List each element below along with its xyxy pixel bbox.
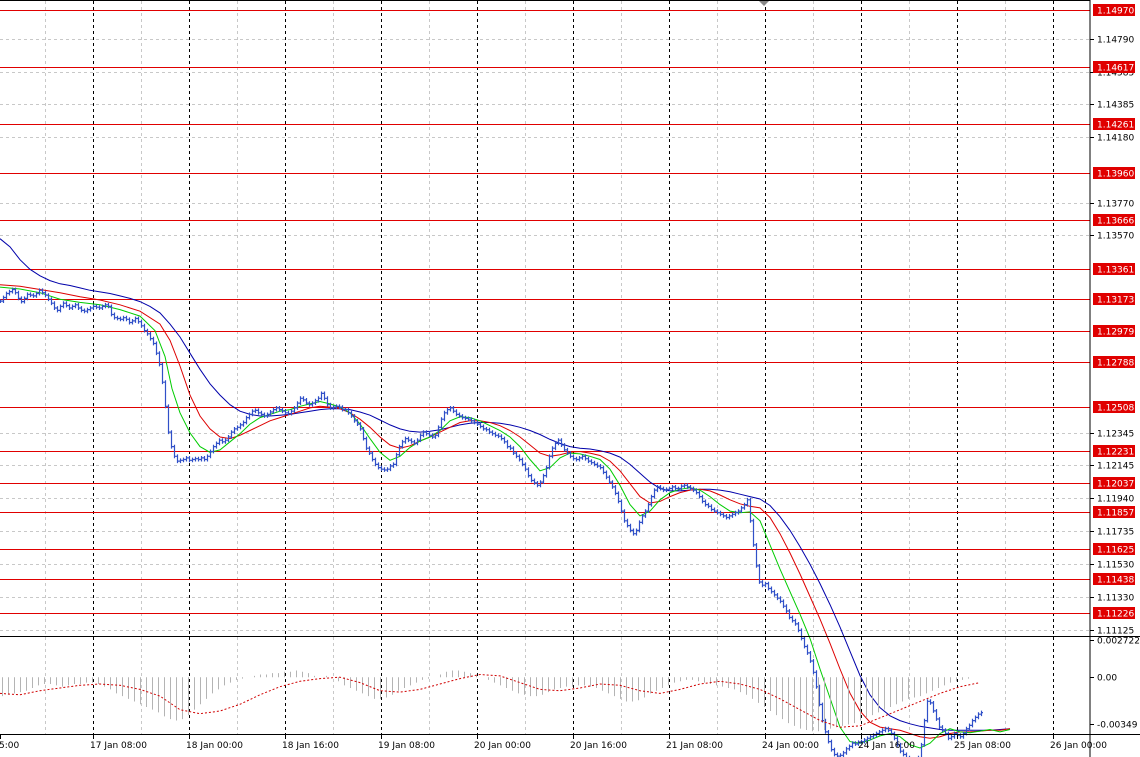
level-label: 1.12508 xyxy=(1097,404,1134,414)
level-label: 1.14261 xyxy=(1097,121,1134,131)
price-tick-label: 1.14180 xyxy=(1097,134,1134,144)
time-tick-label: 18 Jan 16:00 xyxy=(282,741,339,751)
level-label: 1.12231 xyxy=(1097,448,1134,458)
level-label: 1.11857 xyxy=(1097,509,1134,519)
level-label: 1.13666 xyxy=(1097,217,1134,227)
level-label: 1.14617 xyxy=(1097,64,1134,74)
osc-tick-label: 0.002722 xyxy=(1097,637,1140,647)
price-tick-label: 1.12345 xyxy=(1097,430,1134,440)
level-label: 1.14970 xyxy=(1097,7,1134,17)
time-tick-label: 24 Jan 16:00 xyxy=(858,741,915,751)
time-tick-label: 20 Jan 00:00 xyxy=(474,741,531,751)
price-tick-label: 1.11330 xyxy=(1097,594,1134,604)
time-tick-label: 19 Jan 08:00 xyxy=(378,741,435,751)
level-label: 1.13960 xyxy=(1097,170,1134,180)
time-tick-label: 18 Jan 00:00 xyxy=(186,741,243,751)
price-tick-label: 1.11940 xyxy=(1097,495,1134,505)
level-label: 1.12788 xyxy=(1097,359,1134,369)
time-tick-label: 25 Jan 08:00 xyxy=(954,741,1011,751)
level-label: 1.12979 xyxy=(1097,328,1134,338)
price-tick-label: 1.11735 xyxy=(1097,528,1134,538)
price-tick-label: 1.13770 xyxy=(1097,200,1134,210)
time-tick-label: 26 Jan 00:00 xyxy=(1050,741,1107,751)
price-tick-label: 1.12145 xyxy=(1097,462,1134,472)
time-tick-label: 21 Jan 08:00 xyxy=(666,741,723,751)
time-tick-label: 20 Jan 16:00 xyxy=(570,741,627,751)
price-tick-label: 1.11530 xyxy=(1097,561,1134,571)
level-label: 1.12037 xyxy=(1097,480,1134,490)
time-tick-label: 5:00 xyxy=(0,741,19,751)
level-label: 1.13361 xyxy=(1097,266,1134,276)
level-label: 1.11226 xyxy=(1097,610,1134,620)
chart-background xyxy=(0,0,1140,757)
osc-tick-label: 0.00 xyxy=(1097,674,1117,684)
price-tick-label: 1.14790 xyxy=(1097,36,1134,46)
chart: 1.147901.145851.143851.141801.137701.135… xyxy=(0,0,1140,757)
price-tick-label: 1.11125 xyxy=(1097,627,1134,637)
level-label: 1.11438 xyxy=(1097,576,1134,586)
level-label: 1.13173 xyxy=(1097,296,1134,306)
time-tick-label: 17 Jan 08:00 xyxy=(90,741,147,751)
price-tick-label: 1.13570 xyxy=(1097,232,1134,242)
price-tick-label: 1.14385 xyxy=(1097,101,1134,111)
osc-tick-label: -0.00349 xyxy=(1097,721,1138,731)
time-tick-label: 24 Jan 00:00 xyxy=(762,741,819,751)
level-label: 1.11625 xyxy=(1097,546,1134,556)
